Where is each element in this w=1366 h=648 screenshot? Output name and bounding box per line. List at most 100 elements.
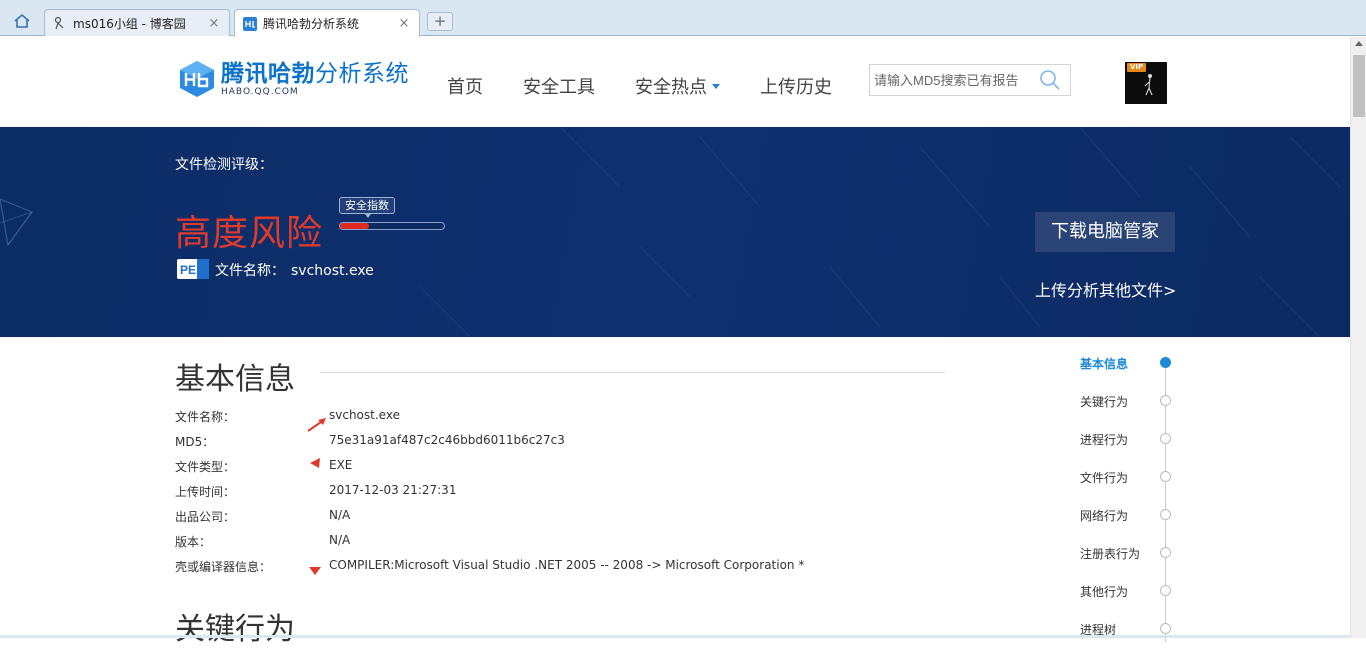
blog-favicon-icon [54, 16, 64, 30]
info-key: MD5： [175, 435, 215, 449]
sidenav-item-key-behavior[interactable]: 关键行为 [1078, 391, 1188, 411]
habo-logo-icon [180, 61, 214, 97]
sidenav-dot [1160, 585, 1171, 596]
tab-title: 腾讯哈勃分析系统 [263, 17, 360, 31]
safety-score-fill [340, 223, 370, 229]
sidenav-dot [1160, 509, 1171, 520]
search-box [869, 64, 1071, 96]
home-button[interactable] [8, 8, 36, 34]
sidenav-dot [1160, 357, 1171, 368]
download-pc-manager-button[interactable]: 下载电脑管家 [1035, 212, 1175, 252]
info-key: 版本： [175, 535, 212, 549]
sidenav-item-basic-info[interactable]: 基本信息 [1078, 353, 1188, 373]
rating-label: 文件检测评级： [175, 157, 273, 173]
section-title-key-behavior: 关键行为 [175, 612, 295, 647]
sidenav-item-network-behavior[interactable]: 网络行为 [1078, 505, 1188, 525]
info-value: EXE [329, 458, 353, 472]
risk-banner: 文件检测评级： 高度风险 安全指数 PE 文件名称： svchost.exe 下载… [0, 127, 1350, 337]
sidenav-item-process-behavior[interactable]: 进程行为 [1078, 429, 1188, 449]
logo-title: 腾讯哈勃分析系统 [221, 61, 409, 87]
sidenav-dot [1160, 395, 1171, 406]
report-main: 基本信息 文件名称： svchost.exe MD5： 75e31a91af48… [0, 337, 1350, 647]
sidenav-item-file-behavior[interactable]: 文件行为 [1078, 467, 1188, 487]
sidenav-label: 进程行为 [1080, 433, 1129, 447]
info-value: N/A [329, 533, 351, 547]
filename-row: 文件名称： svchost.exe [215, 260, 374, 280]
sidenav-label: 网络行为 [1080, 509, 1129, 523]
nav-label: 安全工具 [523, 77, 595, 98]
sidenav-dot [1160, 623, 1171, 634]
filename-label: 文件名称： [215, 263, 285, 279]
section-divider [320, 372, 945, 373]
search-icon[interactable] [1038, 68, 1062, 92]
nav-security-hot[interactable]: 安全热点 [635, 73, 720, 99]
site-logo[interactable]: 腾讯哈勃分析系统 HABO.QQ.COM [177, 59, 409, 99]
info-value: svchost.exe [329, 408, 400, 422]
info-key: 壳或编译器信息： [175, 560, 272, 574]
nav-upload-history[interactable]: 上传历史 [760, 73, 832, 99]
score-tooltip-arrow [365, 214, 371, 218]
nav-label: 首页 [447, 77, 483, 98]
annotation-arrow-icon [307, 418, 326, 432]
info-row: 出品公司： N/A [175, 508, 350, 528]
info-value: COMPILER:Microsoft Visual Studio .NET 20… [329, 558, 805, 572]
score-tooltip: 安全指数 [339, 197, 395, 214]
tab-blog[interactable]: ms016小组 - 博客园 × [44, 9, 230, 36]
info-value: 2017-12-03 21:27:31 [329, 483, 457, 497]
sidenav-dot [1160, 547, 1171, 558]
user-avatar[interactable]: VIP [1125, 62, 1167, 104]
risk-level: 高度风险 [175, 213, 324, 254]
close-icon[interactable]: × [207, 16, 221, 31]
logo-title-thin: 分析系统 [315, 60, 409, 87]
info-row: 版本： N/A [175, 533, 350, 553]
info-row: 壳或编译器信息： COMPILER:Microsoft Visual Studi… [175, 558, 804, 578]
sidenav-item-registry-behavior[interactable]: 注册表行为 [1078, 543, 1188, 563]
scroll-thumb[interactable] [1353, 55, 1365, 117]
close-icon[interactable]: × [397, 16, 411, 31]
info-key: 文件类型： [175, 460, 236, 474]
filename-value: svchost.exe [291, 263, 374, 279]
annotation-arrow-icon [309, 567, 321, 575]
info-row: MD5： 75e31a91af487c2c46bbd6011b6c27c3 [175, 433, 565, 453]
home-icon [14, 13, 30, 28]
avatar-figure-icon [1144, 74, 1153, 96]
pe-file-icon: PE [177, 259, 209, 279]
sidenav-label: 基本信息 [1080, 357, 1129, 371]
tab-habo[interactable]: 腾讯哈勃分析系统 × [234, 9, 420, 37]
new-tab-button[interactable]: + [427, 12, 453, 31]
info-key: 出品公司： [175, 510, 236, 524]
info-row: 上传时间： 2017-12-03 21:27:31 [175, 483, 456, 503]
nav-label: 安全热点 [635, 77, 707, 98]
info-row: 文件名称： svchost.exe [175, 408, 400, 428]
logo-domain: HABO.QQ.COM [221, 86, 299, 97]
report-side-nav: 基本信息 关键行为 进程行为 文件行为 网络行为 注册表行为 其他行为 进程树 [1078, 337, 1188, 642]
main-nav: 首页 安全工具 安全热点 上传历史 [447, 73, 872, 99]
sidenav-label: 其他行为 [1080, 585, 1129, 599]
sidenav-dot [1160, 471, 1171, 482]
nav-security-tools[interactable]: 安全工具 [523, 73, 595, 99]
sidenav-item-other-behavior[interactable]: 其他行为 [1078, 581, 1188, 601]
nav-home[interactable]: 首页 [447, 73, 483, 99]
safety-score-bar [339, 222, 445, 230]
logo-title-bold: 腾讯哈勃 [221, 60, 315, 87]
sidenav-label: 文件行为 [1080, 471, 1129, 485]
search-input[interactable] [870, 72, 1036, 88]
tab-title: ms016小组 - 博客园 [73, 16, 186, 31]
sidenav-dot [1160, 433, 1171, 444]
chevron-down-icon [712, 83, 720, 89]
sidenav-label: 关键行为 [1080, 395, 1129, 409]
habo-favicon-icon [243, 16, 257, 31]
scroll-up-icon[interactable] [1355, 41, 1363, 46]
sidenav-label: 注册表行为 [1080, 547, 1141, 561]
annotation-arrow-icon [310, 458, 320, 468]
info-value: 75e31a91af487c2c46bbd6011b6c27c3 [329, 433, 565, 447]
info-value: N/A [329, 508, 351, 522]
upload-other-files-link[interactable]: 上传分析其他文件> [1035, 277, 1176, 301]
nav-label: 上传历史 [760, 77, 832, 98]
browser-tab-bar: ms016小组 - 博客园 × 腾讯哈勃分析系统 × + [0, 0, 1366, 37]
pe-icon-text: PE [180, 263, 196, 277]
site-header: 腾讯哈勃分析系统 HABO.QQ.COM 首页 安全工具 安全热点 上传历史 V… [0, 37, 1350, 127]
info-row: 文件类型： EXE [175, 458, 352, 478]
page-scrollbar[interactable] [1350, 37, 1366, 638]
section-title-basic-info: 基本信息 [175, 362, 295, 397]
